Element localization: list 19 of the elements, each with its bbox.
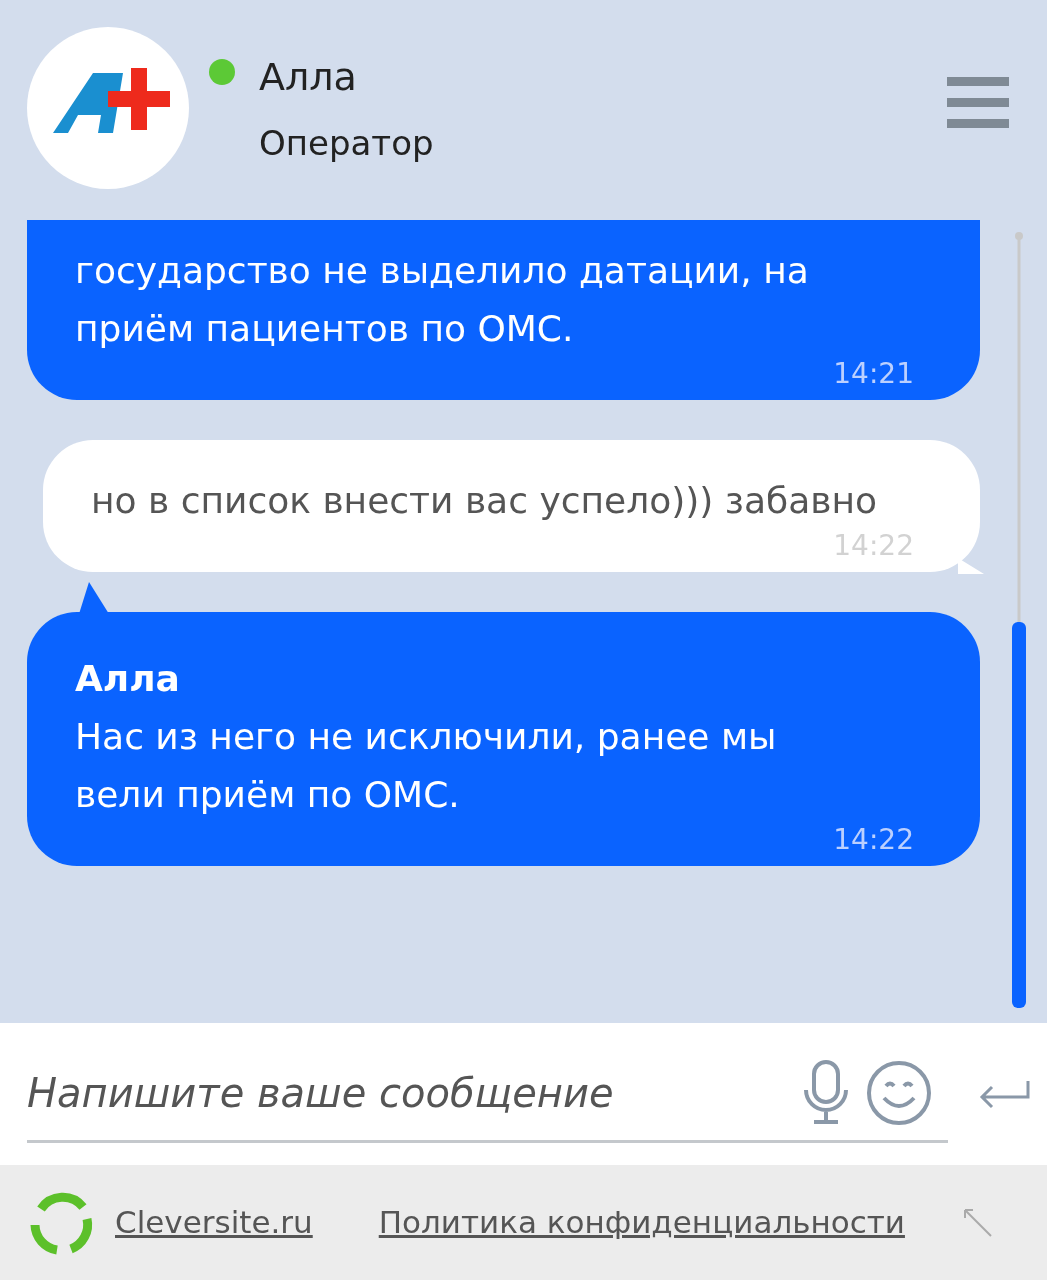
message-composer[interactable]: Напишите ваше сообщение (0, 1023, 1047, 1165)
smiley-icon[interactable] (866, 1059, 932, 1126)
operator-role: Оператор (259, 123, 434, 163)
message-text: государство не выделило датации, на (75, 249, 810, 293)
send-icon[interactable] (978, 1079, 1030, 1109)
message-text: приём пациентов по ОМС. (75, 307, 575, 351)
message-time: 14:21 (833, 358, 914, 390)
message-text: вели приём по ОМС. (75, 773, 461, 817)
message-input[interactable]: Напишите ваше сообщение (27, 1062, 802, 1123)
message-text: Нас из него не исключили, ранее мы (75, 715, 778, 759)
privacy-policy-link[interactable]: Политика конфиденциальности (378, 1199, 905, 1246)
operator-name: Алла (259, 57, 358, 97)
microphone-icon[interactable] (802, 1059, 850, 1126)
message-text: но в список внести вас успело))) забавно (91, 479, 879, 523)
message-time: 14:22 (833, 824, 914, 856)
cleversite-link[interactable]: Cleversite.ru (115, 1199, 313, 1246)
resize-icon[interactable] (962, 1207, 993, 1238)
menu-button[interactable] (947, 77, 1009, 128)
message-author: Алла (75, 657, 181, 701)
